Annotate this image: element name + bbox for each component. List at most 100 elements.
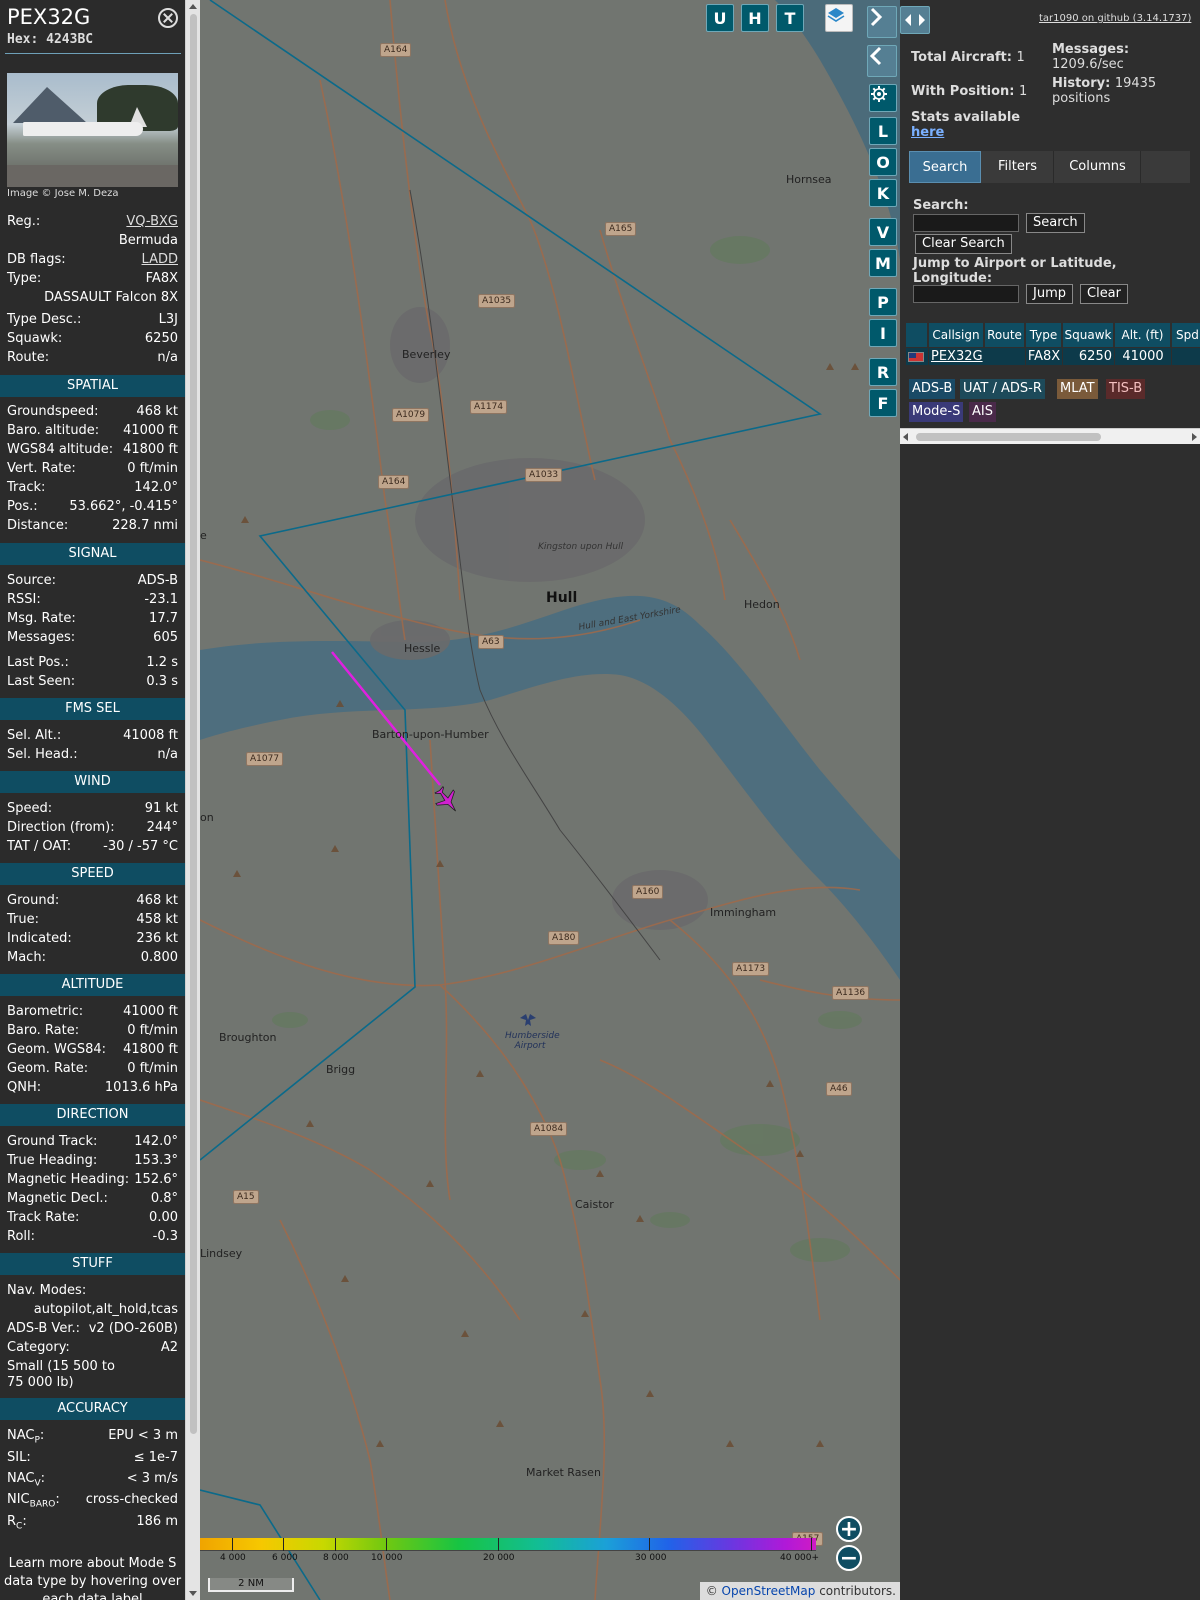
jump-button[interactable]: Jump <box>1026 284 1073 304</box>
detail-label: Barometric: <box>7 1004 84 1019</box>
tab-filters[interactable]: Filters <box>982 151 1054 183</box>
legend-uat[interactable]: UAT / ADS-R <box>960 379 1045 399</box>
detail-value: 142.0° <box>134 480 178 495</box>
detail-row: WGS84 altitude: 41800 ft <box>7 442 178 458</box>
column-header-altitude[interactable]: Alt. (ft) <box>1115 323 1171 347</box>
scroll-left-icon[interactable] <box>903 433 908 441</box>
search-input[interactable] <box>913 214 1019 232</box>
toggle-t-button[interactable]: T <box>776 4 804 32</box>
legend-tisb[interactable]: TIS-B <box>1106 379 1146 399</box>
scroll-right-icon[interactable] <box>1192 433 1197 441</box>
toggle-i-button[interactable]: I <box>869 319 897 347</box>
github-link[interactable]: tar1090 on github (3.14.1737) <box>1039 13 1191 24</box>
toggle-o-button[interactable]: O <box>869 148 897 176</box>
legend-adsb[interactable]: ADS-B <box>909 379 956 399</box>
column-header-route[interactable]: Route <box>985 323 1025 347</box>
scale-label: 10 000 <box>371 1553 403 1563</box>
clear-search-button[interactable]: Clear Search <box>915 234 1012 254</box>
cell-callsign[interactable]: PEX32G <box>929 348 1025 365</box>
legend-modes[interactable]: Mode-S <box>909 402 964 422</box>
zoom-out-button[interactable]: − <box>836 1545 862 1571</box>
expand-right-icon[interactable] <box>867 6 897 38</box>
column-header-flag[interactable] <box>906 323 928 347</box>
toggle-r-button[interactable]: R <box>869 358 897 386</box>
osm-link[interactable]: OpenStreetMap <box>722 1584 816 1598</box>
toggle-p-button[interactable]: P <box>869 288 897 316</box>
place-label: Hull <box>546 590 578 606</box>
zoom-in-button[interactable]: + <box>836 1516 862 1542</box>
detail-row: Magnetic Decl.: 0.8° <box>7 1191 178 1207</box>
stats-link[interactable]: here <box>911 125 944 140</box>
column-header-squawk[interactable]: Squawk <box>1063 323 1114 347</box>
road-label: A165 <box>605 222 637 236</box>
close-icon[interactable] <box>158 8 178 28</box>
type-row: Type: FA8X <box>7 271 178 287</box>
section-speed: SPEED <box>0 863 185 885</box>
squawk-label: Squawk: <box>7 331 63 346</box>
column-header-type[interactable]: Type <box>1026 323 1062 347</box>
detail-value: 0.3 s <box>146 674 178 689</box>
cell-type: FA8X <box>1026 348 1062 365</box>
map-view[interactable]: Beverley Hornsea Hull Kingston upon Hull… <box>200 0 900 1600</box>
collapse-left-icon[interactable] <box>867 45 897 77</box>
toggle-f-button[interactable]: F <box>869 389 897 417</box>
tab-search[interactable]: Search <box>909 151 981 183</box>
detail-value: A2 <box>160 1340 178 1355</box>
legend-mlat[interactable]: MLAT <box>1057 379 1098 399</box>
settings-gear-icon[interactable] <box>869 84 897 112</box>
stats-available: Stats available here <box>911 110 1021 140</box>
scroll-down-icon[interactable] <box>189 1591 197 1596</box>
aircraft-photo[interactable] <box>7 73 178 187</box>
toggle-v-button[interactable]: V <box>869 218 897 246</box>
detail-label: Track: <box>7 480 46 495</box>
toggle-m-button[interactable]: M <box>869 249 897 277</box>
detail-value: 41000 ft <box>123 1004 178 1019</box>
detail-label: Baro. altitude: <box>7 423 100 438</box>
detail-label: Source: <box>7 573 57 588</box>
toggle-sidebar-icon[interactable] <box>900 6 930 34</box>
toggle-u-button[interactable]: U <box>706 4 734 32</box>
layers-icon[interactable] <box>825 4 853 32</box>
tab-columns[interactable]: Columns <box>1055 151 1141 183</box>
scale-label: 30 000 <box>635 1553 667 1563</box>
road-label: A1077 <box>246 752 284 766</box>
detail-label: Sel. Alt.: <box>7 728 62 743</box>
learn-more-text: Learn more about Mode S data type by hov… <box>3 1556 182 1600</box>
detail-value: 153.3° <box>134 1153 178 1168</box>
search-button[interactable]: Search <box>1026 213 1085 233</box>
typedesc-label: Type Desc.: <box>7 312 82 327</box>
toggle-h-button[interactable]: H <box>741 4 769 32</box>
road-label: A63 <box>478 635 504 649</box>
history-stat: History: 19435 positions <box>1052 76 1157 106</box>
dbflags-link[interactable]: LADD <box>142 252 178 268</box>
registration-link[interactable]: VQ-BXG <box>126 214 178 230</box>
scroll-up-icon[interactable] <box>189 4 197 9</box>
column-header-speed[interactable]: Spd. <box>1172 323 1200 347</box>
toggle-l-button[interactable]: L <box>869 117 897 145</box>
detail-row: Messages: 605 <box>7 630 178 646</box>
place-label: Lindsey <box>200 1247 243 1260</box>
cell-speed <box>1172 348 1200 365</box>
detail-value: cross-checked <box>85 1492 178 1507</box>
place-label: Hessle <box>404 642 441 655</box>
jump-input[interactable] <box>913 285 1019 303</box>
detail-label: Speed: <box>7 801 53 816</box>
scroll-thumb[interactable] <box>916 433 1101 441</box>
table-horizontal-scrollbar[interactable] <box>900 428 1200 444</box>
detail-value: 41000 ft <box>123 423 178 438</box>
place-label: Brigg <box>326 1063 356 1076</box>
detail-label: TAT / OAT: <box>7 839 72 854</box>
info-scrollbar[interactable] <box>185 0 200 1600</box>
scale-tick <box>283 1538 284 1551</box>
aircraft-info-panel: PEX32G Hex: 4243BC Image © Jose M. Deza … <box>0 0 185 1600</box>
detail-row: Track Rate: 0.00 <box>7 1210 178 1226</box>
detail-value: 236 kt <box>136 931 178 946</box>
clear-button[interactable]: Clear <box>1080 284 1128 304</box>
detail-value: ADS-B <box>137 573 178 588</box>
panel-tabs: Search Filters Columns <box>909 151 1190 183</box>
scroll-thumb[interactable] <box>190 14 197 1434</box>
nacv-row: NACV: < 3 m/s <box>7 1471 178 1492</box>
toggle-k-button[interactable]: K <box>869 179 897 207</box>
legend-ais[interactable]: AIS <box>969 402 996 422</box>
column-header-callsign[interactable]: Callsign <box>929 323 984 347</box>
